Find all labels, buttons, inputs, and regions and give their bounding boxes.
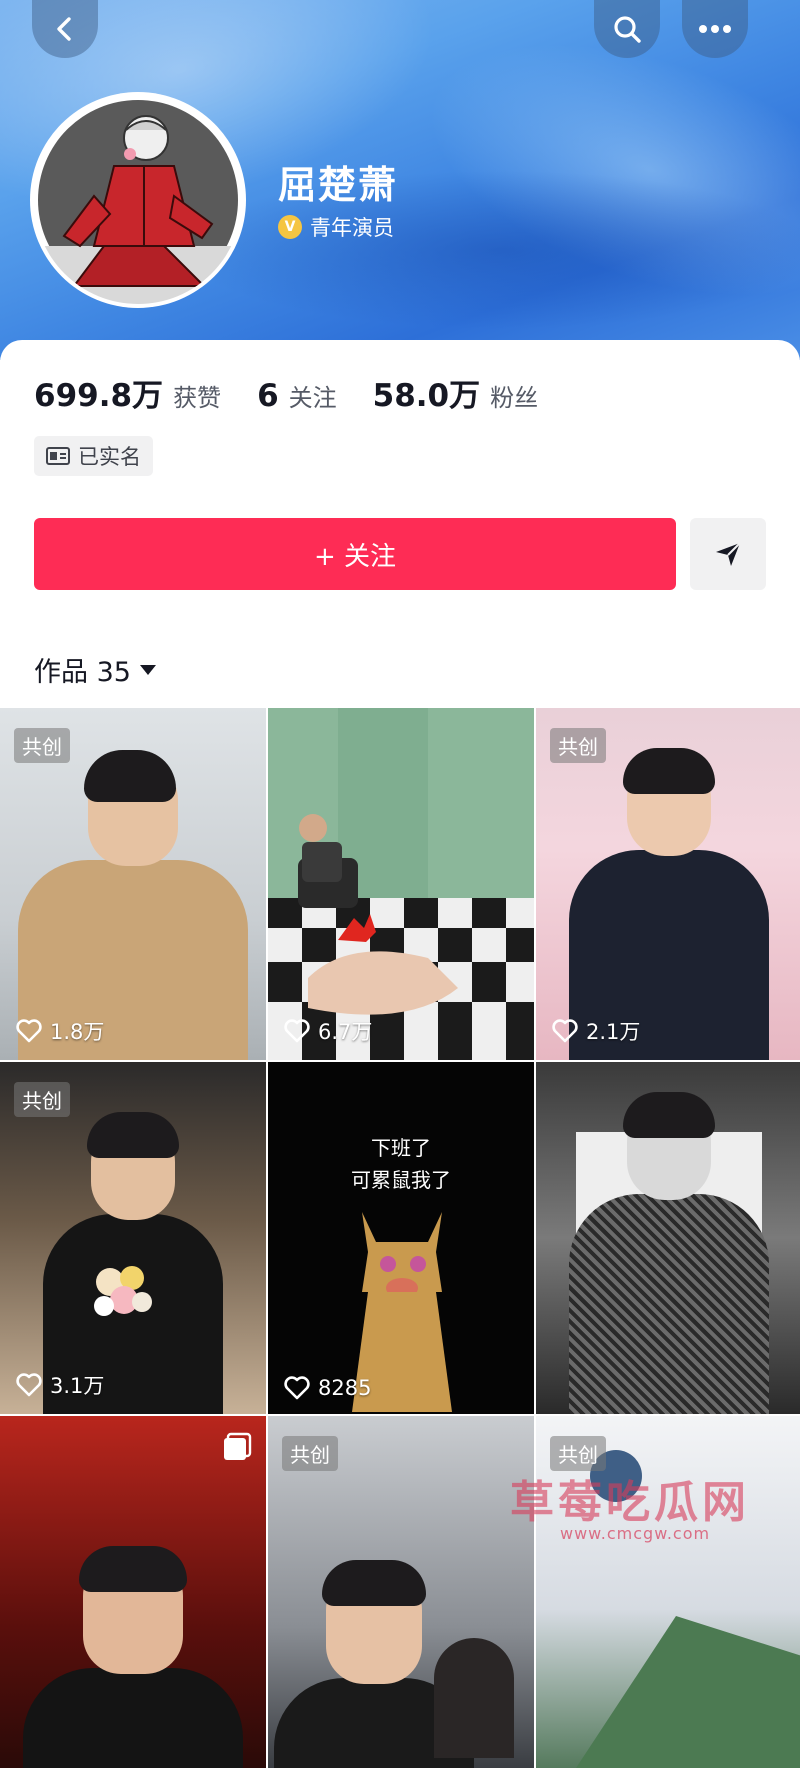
video-likes-count: 8285 <box>318 1376 372 1400</box>
video-thumbnail-figure <box>434 1638 514 1758</box>
video-thumbnail-scene <box>268 708 534 1060</box>
tab-works[interactable]: 作品 35 <box>34 650 157 689</box>
video-tile[interactable]: 共创 <box>268 1416 534 1768</box>
co-creation-badge: 共创 <box>550 728 606 763</box>
verified-badge-icon: V <box>278 215 302 239</box>
profile-stats: 699.8万 获赞 6 关注 58.0万 粉丝 <box>34 370 574 415</box>
real-name-badge: 已实名 <box>34 436 153 476</box>
heart-icon <box>552 1019 578 1043</box>
video-thumbnail-figure <box>18 750 248 1060</box>
video-likes: 1.8万 <box>16 1016 104 1046</box>
share-button[interactable] <box>690 518 766 590</box>
video-likes: 2.1万 <box>552 1016 640 1046</box>
send-icon <box>716 542 741 566</box>
video-likes-count: 1.8万 <box>50 1020 105 1044</box>
video-tile[interactable]: 下班了 可累鼠我了 8285 <box>268 1062 534 1414</box>
real-name-label: 已实名 <box>78 445 141 469</box>
fans-count[interactable]: 58.0万 <box>373 370 481 415</box>
profile-header: 屈楚萧 V 青年演员 <box>0 0 800 360</box>
co-creation-badge: 共创 <box>282 1436 338 1471</box>
heart-icon <box>284 1376 310 1400</box>
verification-row: V 青年演员 <box>278 212 394 242</box>
video-thumbnail-figure <box>23 1546 243 1768</box>
id-card-icon <box>46 447 70 465</box>
video-tile[interactable]: 共创 3.1万 <box>0 1062 266 1414</box>
video-likes: 8285 <box>284 1376 371 1400</box>
profile-name: 屈楚萧 <box>278 163 399 207</box>
following-label[interactable]: 关注 <box>289 378 337 413</box>
co-creation-badge: 共创 <box>14 1082 70 1117</box>
likes-count: 699.8万 <box>34 378 164 414</box>
video-tile[interactable]: 6.7万 <box>268 708 534 1060</box>
fans-label[interactable]: 粉丝 <box>490 378 538 413</box>
flower-bouquet-icon <box>94 1266 152 1316</box>
video-thumbnail-figure <box>569 1092 769 1414</box>
video-likes-count: 3.1万 <box>50 1374 105 1398</box>
dropdown-triangle-icon <box>139 664 156 675</box>
video-likes-count: 6.7万 <box>318 1020 373 1044</box>
more-dots-icon <box>699 25 731 33</box>
video-grid: 共创 1.8万 6.7万 共创 2.1万 共创 3.1万 下班了 可累鼠我了 8… <box>0 708 800 1768</box>
video-caption-line: 下班了 <box>371 1136 431 1160</box>
following-count[interactable]: 6 <box>257 378 279 414</box>
avatar-illustration <box>34 100 242 304</box>
likes-label: 获赞 <box>173 384 222 412</box>
follow-button[interactable]: + 关注 <box>34 518 676 590</box>
video-caption: 下班了 可累鼠我了 <box>268 1132 534 1196</box>
video-tile[interactable] <box>0 1416 266 1768</box>
video-likes-count: 2.1万 <box>586 1020 641 1044</box>
watermark-url: www.cmcgw.com <box>560 1524 711 1543</box>
search-icon <box>614 16 641 43</box>
verification-title: 青年演员 <box>310 216 394 240</box>
heart-icon <box>284 1019 310 1043</box>
more-button[interactable] <box>682 0 748 58</box>
video-tile[interactable]: 共创 2.1万 <box>536 708 800 1060</box>
heart-icon <box>16 1019 42 1043</box>
video-tile[interactable] <box>536 1062 800 1414</box>
video-thumbnail-figure <box>569 748 769 1060</box>
tab-works-label: 作品 35 <box>34 657 131 688</box>
video-caption-line: 可累鼠我了 <box>351 1168 451 1192</box>
video-likes: 3.1万 <box>16 1370 104 1400</box>
multi-image-icon <box>224 1432 252 1460</box>
header-background-decoration <box>180 170 800 330</box>
video-tile[interactable]: 共创 1.8万 <box>0 708 266 1060</box>
watermark-title: 草莓吃瓜网 <box>510 1477 750 1528</box>
co-creation-badge: 共创 <box>14 728 70 763</box>
video-likes: 6.7万 <box>284 1016 372 1046</box>
heart-icon <box>16 1373 42 1397</box>
back-arrow-icon <box>57 17 71 41</box>
search-button[interactable] <box>594 0 660 58</box>
avatar[interactable] <box>34 96 242 304</box>
